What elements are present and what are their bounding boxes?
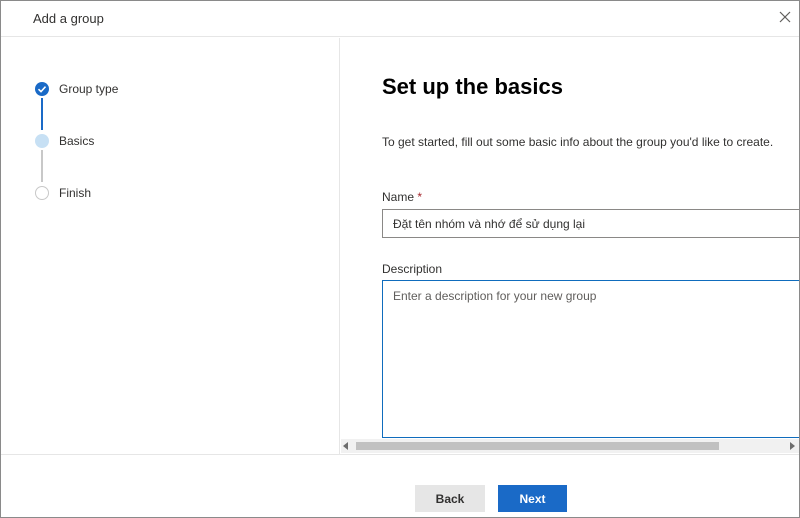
checkmark-icon (35, 82, 49, 96)
intro-text: To get started, fill out some basic info… (382, 135, 774, 149)
scroll-left-icon[interactable] (343, 442, 348, 450)
dialog-footer: Back Next (1, 454, 799, 517)
step-label: Finish (59, 186, 92, 200)
description-field[interactable] (382, 280, 799, 438)
step-connector-todo (41, 150, 43, 182)
name-field[interactable] (382, 209, 799, 238)
scrollbar-thumb[interactable] (356, 442, 719, 450)
basics-form: Set up the basics To get started, fill o… (341, 38, 799, 454)
step-connector-done (41, 98, 43, 130)
scroll-right-icon[interactable] (790, 442, 795, 450)
required-marker: * (417, 190, 423, 204)
page-title: Set up the basics (382, 74, 563, 99)
add-group-dialog: Add a group Group type Basics Finish Set (0, 0, 800, 518)
dialog-header: Add a group (1, 1, 799, 37)
current-step-dot (35, 134, 49, 148)
wizard-steps: Group type Basics Finish (1, 38, 340, 454)
dialog-title: Add a group (33, 11, 104, 26)
close-icon[interactable] (777, 9, 793, 25)
name-label: Name * (382, 190, 422, 204)
next-button[interactable]: Next (498, 485, 567, 512)
description-label: Description (382, 262, 443, 276)
name-label-text: Name (382, 190, 415, 204)
back-button[interactable]: Back (415, 485, 485, 512)
step-label: Group type (59, 82, 119, 96)
pending-step-dot (35, 186, 49, 200)
step-label: Basics (59, 134, 95, 148)
horizontal-scrollbar[interactable] (341, 439, 799, 453)
